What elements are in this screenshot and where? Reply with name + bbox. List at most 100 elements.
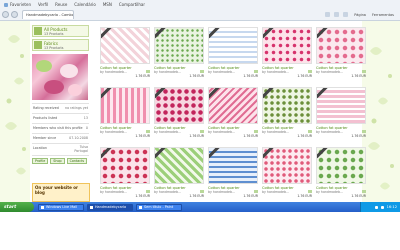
product-image[interactable] (154, 87, 204, 124)
cart-icon[interactable] (362, 190, 366, 193)
volume-icon[interactable] (380, 205, 384, 209)
cart-icon[interactable] (146, 70, 150, 73)
product-card[interactable]: Cotton fat quarter by handmadeb... 1.76 EU… (154, 87, 205, 139)
profile-photo[interactable] (32, 54, 88, 100)
product-seller[interactable]: by handmadeb... (208, 190, 235, 194)
product-card[interactable]: Cotton fat quarter by handmadeb... 1.76 EU… (262, 147, 313, 199)
product-card[interactable]: Cotton fat quarter by handmadeb... 1.76 EU… (316, 27, 367, 79)
browser-tab[interactable]: Handmadebycarla - Cambodia (22, 10, 74, 19)
cart-icon[interactable] (254, 130, 258, 133)
product-seller[interactable]: by handmadeb... (154, 190, 181, 194)
product-image[interactable] (154, 147, 204, 184)
network-icon[interactable] (374, 205, 378, 209)
corner-ribbon (317, 148, 329, 159)
menu-item-calendar[interactable]: Calendário (74, 2, 96, 7)
product-image[interactable] (100, 147, 150, 184)
product-seller[interactable]: by handmadeb... (316, 130, 343, 134)
cart-icon[interactable] (254, 190, 258, 193)
shop-link-button[interactable]: Shop (50, 158, 65, 164)
cart-icon[interactable] (254, 70, 258, 73)
product-seller[interactable]: by handmadeb... (100, 190, 127, 194)
product-image[interactable] (208, 87, 258, 124)
product-card[interactable]: Cotton fat quarter by handmadeb... 1.76 EU… (208, 27, 259, 79)
product-image[interactable] (154, 27, 204, 64)
menu-item-share[interactable]: Compartilhar (119, 2, 145, 7)
corner-ribbon (263, 148, 275, 159)
promo-banner[interactable]: On your website or blog (32, 183, 90, 202)
product-seller[interactable]: by handmadeb... (316, 190, 343, 194)
profile-row-value: 13 (83, 116, 88, 120)
product-image[interactable] (100, 87, 150, 124)
cart-icon[interactable] (362, 130, 366, 133)
contacts-link-button[interactable]: Contacts (66, 158, 88, 164)
product-image[interactable] (262, 147, 312, 184)
back-button[interactable] (2, 11, 9, 18)
product-card[interactable]: Cotton fat quarter by handmadeb... 1.76 EU… (100, 27, 151, 79)
product-seller[interactable]: by handmadeb... (316, 70, 343, 74)
product-image[interactable] (208, 147, 258, 184)
product-card[interactable]: Cotton fat quarter by handmadeb... 1.76 EU… (262, 27, 313, 79)
taskbar-item-browser[interactable]: Handmadebycarla (87, 203, 133, 211)
product-image[interactable] (100, 27, 150, 64)
product-seller[interactable]: by handmadeb... (100, 70, 127, 74)
product-seller[interactable]: by handmadeb... (208, 70, 235, 74)
cart-icon[interactable] (308, 190, 312, 193)
product-image[interactable] (208, 27, 258, 64)
product-seller[interactable]: by handmadeb... (100, 130, 127, 134)
product-card[interactable]: Cotton fat quarter by handmadeb... 1.76 EU… (316, 147, 367, 199)
product-card[interactable]: Cotton fat quarter by handmadeb... 1.76 EU… (100, 147, 151, 199)
cart-icon[interactable] (200, 70, 204, 73)
product-card[interactable]: Cotton fat quarter by handmadeb... 1.76 EU… (154, 27, 205, 79)
product-image[interactable] (262, 87, 312, 124)
product-price: 1.76 EUR (135, 134, 150, 138)
product-image[interactable] (316, 147, 366, 184)
profile-row-label: Products listed (33, 116, 58, 120)
product-card[interactable]: Cotton fat quarter by handmadeb... 1.76 EU… (154, 147, 205, 199)
corner-ribbon (317, 28, 329, 39)
category-all-products[interactable]: All Products 13 Products (32, 25, 89, 37)
cart-icon[interactable] (146, 130, 150, 133)
menu-item-favorites[interactable]: Favorieten (4, 2, 31, 7)
favorites-bar: Favorieten Verfil Reuse Calendário MSN C… (0, 0, 400, 8)
cart-icon[interactable] (200, 130, 204, 133)
cart-icon[interactable] (200, 190, 204, 193)
category-count: 13 Products (44, 32, 64, 36)
product-seller[interactable]: by handmadeb... (262, 190, 289, 194)
menu-item-msn[interactable]: MSN (103, 2, 112, 7)
cart-icon[interactable] (146, 190, 150, 193)
product-seller[interactable]: by handmadeb... (262, 70, 289, 74)
menu-item-profile[interactable]: Verfil (38, 2, 48, 7)
product-card[interactable]: Cotton fat quarter by handmadeb... 1.76 EU… (262, 87, 313, 139)
product-card[interactable]: Cotton fat quarter by handmadeb... 1.76 EU… (316, 87, 367, 139)
corner-ribbon (101, 28, 113, 39)
cart-icon[interactable] (362, 70, 366, 73)
product-image[interactable] (316, 27, 366, 64)
product-card[interactable]: Cotton fat quarter by handmadeb... 1.76 EU… (100, 87, 151, 139)
taskbar-item-mail[interactable]: Windows Live Mail (38, 203, 84, 211)
product-image[interactable] (262, 27, 312, 64)
cart-icon[interactable] (308, 70, 312, 73)
clock[interactable]: 16:12 (387, 205, 397, 209)
product-card[interactable]: Cotton fat quarter by handmadeb... 1.76 EU… (208, 147, 259, 199)
product-seller[interactable]: by handmadeb... (154, 70, 181, 74)
forward-button[interactable] (11, 11, 18, 18)
command-bar: Página Ferramentas (321, 12, 400, 17)
product-seller[interactable]: by handmadeb... (262, 130, 289, 134)
home-icon[interactable] (325, 12, 331, 17)
product-image[interactable] (316, 87, 366, 124)
cart-icon[interactable] (308, 130, 312, 133)
start-button[interactable]: start (0, 202, 34, 212)
page-menu[interactable]: Página (354, 13, 366, 17)
taskbar-item-label: Handmadebycarla (95, 205, 127, 209)
product-seller[interactable]: by handmadeb... (154, 130, 181, 134)
profile-link-button[interactable]: Profile (32, 158, 49, 164)
menu-item-reuse[interactable]: Reuse (55, 2, 67, 7)
print-icon[interactable] (343, 12, 349, 17)
category-fabrics[interactable]: Fabrics 13 Products (32, 39, 89, 51)
taskbar-item-paint[interactable]: Sem título - Paint (136, 203, 182, 211)
tools-menu[interactable]: Ferramentas (372, 13, 394, 17)
product-seller[interactable]: by handmadeb... (208, 130, 235, 134)
product-card[interactable]: Cotton fat quarter by handmadeb... 1.76 EU… (208, 87, 259, 139)
profile-info-table: Rating received no ratings yet Products … (32, 103, 89, 156)
rss-icon[interactable] (334, 12, 340, 17)
